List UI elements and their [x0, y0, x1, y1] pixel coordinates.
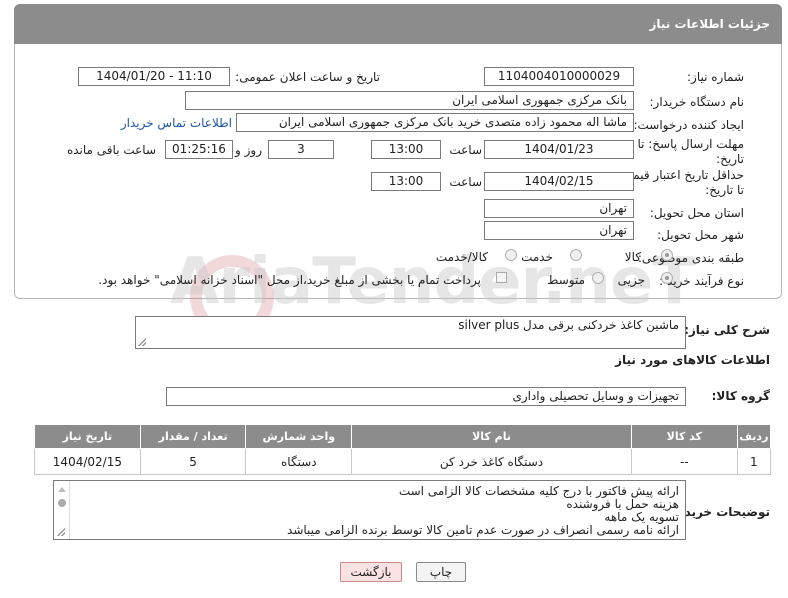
treasury-payment-checkbox[interactable]: [496, 272, 507, 283]
category-label: طبقه بندی موضوعی:: [637, 251, 744, 265]
col-row-number: ردیف: [736, 424, 772, 449]
treasury-payment-note: پرداخت تمام یا بخشی از مبلغ خرید،از محل …: [98, 273, 481, 287]
cell-need-date: 1404/02/15: [34, 448, 141, 475]
resize-grip-icon[interactable]: [57, 528, 65, 536]
cell-row-number: 1: [736, 448, 772, 475]
time-remaining-label: ساعت باقی مانده: [66, 143, 156, 157]
price-validity-label: حداقل تاریخ اعتبار قیمت:: [617, 168, 744, 182]
days-label: روز و: [235, 143, 262, 157]
price-validity-date-label: تا تاریخ:: [705, 183, 744, 197]
table-row: 1 -- دستگاه کاغذ خرد کن دستگاه 5 1404/02…: [34, 448, 772, 475]
category-radio-goods-service[interactable]: [505, 249, 517, 261]
goods-table: ردیف کد کالا نام کالا واحد شمارش تعداد /…: [34, 424, 772, 475]
need-number-label: شماره نیاز:: [687, 70, 744, 84]
city-label: شهر محل تحویل:: [657, 228, 744, 242]
city-field: تهران: [484, 221, 634, 240]
province-field: تهران: [484, 199, 634, 218]
days-remaining-field: 3: [268, 140, 334, 159]
cell-unit: دستگاه: [245, 448, 353, 475]
col-unit: واحد شمارش: [245, 424, 353, 449]
deadline-label: مهلت ارسال پاسخ: تا: [637, 137, 744, 151]
process-option-medium: متوسط: [547, 273, 585, 287]
notes-scrollbar[interactable]: [54, 481, 70, 539]
announce-datetime-field: 1404/01/20 - 11:10: [78, 67, 230, 86]
category-radio-goods[interactable]: [661, 249, 673, 261]
col-goods-code: کد کالا: [630, 424, 738, 449]
category-radio-service[interactable]: [570, 249, 582, 261]
creator-field: ماشا اله محمود زاده متصدی خرید بانک مرکز…: [236, 113, 634, 132]
price-validity-date-field: 1404/02/15: [484, 172, 634, 191]
col-goods-name: نام کالا: [351, 424, 632, 449]
buyer-notes-field: ارائه پیش فاکتور با درج کلیه مشخصات کالا…: [53, 480, 686, 540]
announce-datetime-label: تاریخ و ساعت اعلان عمومی:: [235, 70, 380, 84]
category-option-service: خدمت: [521, 250, 553, 264]
process-radio-minor[interactable]: [661, 272, 673, 284]
col-need-date: تاریخ نیاز: [34, 424, 141, 449]
deadline-time-field: 13:00: [371, 140, 441, 159]
price-validity-time-label: ساعت: [449, 175, 482, 189]
buyer-org-label: نام دستگاه خریدار:: [649, 95, 745, 109]
need-number-field: 1104004010000029: [484, 67, 634, 86]
category-option-goods: کالا: [624, 250, 641, 264]
goods-group-field: تجهیزات و وسایل تحصیلی واداری: [166, 387, 686, 406]
process-option-minor: جزیی: [617, 273, 645, 287]
general-description-field: ماشین کاغذ خردکنی برقی مدل silver plus: [135, 316, 686, 349]
back-button[interactable]: بازگشت: [340, 562, 402, 582]
general-description-label: شرح کلی نیاز:: [684, 323, 770, 337]
goods-section-title: اطلاعات کالاهای مورد نیاز: [615, 353, 770, 367]
print-button[interactable]: چاپ: [416, 562, 466, 582]
col-quantity: تعداد / مقدار: [139, 424, 247, 449]
panel-header: جزئیات اطلاعات نیاز: [14, 4, 782, 44]
deadline-date-label: تاریخ:: [716, 152, 744, 166]
process-radio-medium[interactable]: [592, 272, 604, 284]
creator-label: ایجاد کننده درخواست:: [633, 118, 744, 132]
general-description-text: ماشین کاغذ خردکنی برقی مدل silver plus: [458, 318, 679, 332]
buyer-note-line: ارائه نامه رسمی انصراف در صورت عدم تامین…: [287, 523, 679, 537]
resize-grip-icon[interactable]: [138, 338, 146, 346]
cell-quantity: 5: [139, 448, 247, 475]
goods-group-label: گروه کالا:: [711, 389, 770, 403]
scrollbar-thumb-icon[interactable]: [58, 499, 66, 507]
table-header-row: ردیف کد کالا نام کالا واحد شمارش تعداد /…: [34, 424, 772, 449]
cell-goods-name: دستگاه کاغذ خرد کن: [351, 448, 632, 475]
province-label: استان محل تحویل:: [649, 206, 744, 220]
buyer-contact-link[interactable]: اطلاعات تماس خریدار: [121, 116, 232, 130]
category-option-goods-service: کالا/خدمت: [435, 250, 488, 264]
time-remaining-field: 01:25:16: [165, 140, 233, 159]
deadline-time-label: ساعت: [449, 143, 482, 157]
price-validity-time-field: 13:00: [371, 172, 441, 191]
deadline-date-field: 1404/01/23: [484, 140, 634, 159]
cell-goods-code: --: [630, 448, 738, 475]
buyer-org-field: بانک مرکزی جمهوری اسلامی ایران: [185, 91, 634, 110]
scroll-up-icon[interactable]: [58, 487, 66, 492]
